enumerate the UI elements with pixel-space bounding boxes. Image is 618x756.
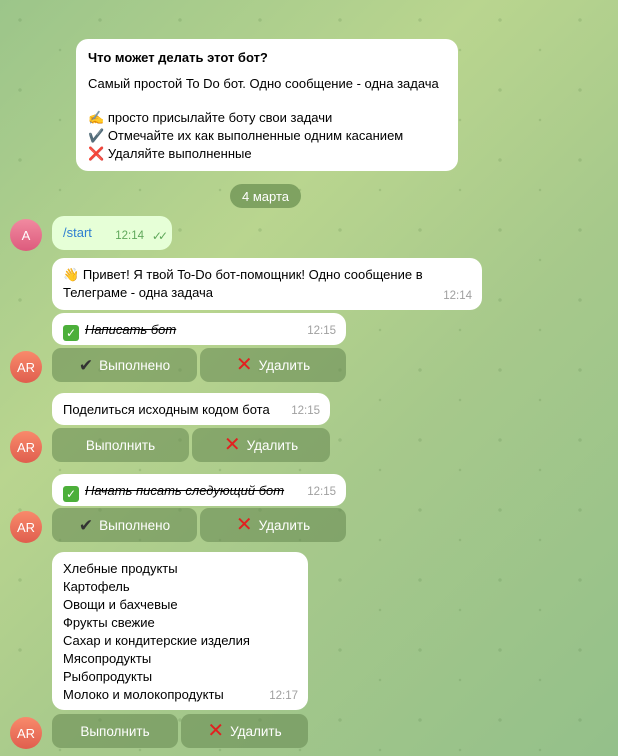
greeting-text: Привет! Я твой To-Do бот-помощник! Одно …: [63, 267, 423, 300]
task-text: Поделиться исходным кодом бота: [63, 402, 270, 417]
writing-hand-icon: ✍️: [88, 110, 105, 125]
check-icon: ✔: [78, 355, 94, 375]
done-label: Выполнено: [99, 517, 171, 533]
double-check-icon: ✓✓: [151, 229, 168, 243]
task-text: Начать писать следующий бот: [85, 483, 285, 498]
list-item: Фрукты свежие: [63, 615, 155, 630]
task-message[interactable]: ✓ Написать бот 12:15: [52, 313, 346, 345]
delete-icon: ✕: [235, 514, 253, 536]
check-mark-button-icon: ✓: [63, 325, 79, 341]
done-label: Выполнено: [99, 357, 171, 373]
avatar[interactable]: A: [10, 219, 42, 251]
intro-line-2: Отмечайте их как выполненные одним касан…: [107, 128, 404, 143]
intro-line-3: Удаляйте выполненные: [107, 146, 252, 161]
done-button[interactable]: ✔ Выполнено: [52, 348, 197, 382]
intro-description: Самый простой To Do бот. Одно сообщение …: [88, 76, 439, 91]
delete-button[interactable]: ✕ Удалить: [181, 714, 308, 748]
bot-intro-card: Что может делать этот бот? Самый простой…: [76, 39, 458, 171]
message-time: 12:15: [307, 325, 336, 337]
delete-icon: ✕: [223, 434, 241, 456]
avatar[interactable]: AR: [10, 431, 42, 463]
list-item: Мясопродукты: [63, 651, 152, 666]
delete-button[interactable]: ✕ Удалить: [200, 508, 346, 542]
message-greeting[interactable]: 👋 Привет! Я твой To-Do бот-помощник! Одн…: [52, 258, 482, 310]
avatar[interactable]: AR: [10, 351, 42, 383]
waving-hand-icon: 👋: [63, 267, 80, 282]
message-time: 12:15: [307, 486, 336, 498]
intro-line-1: просто присылайте боту свои задачи: [107, 110, 333, 125]
do-label: Выполнить: [85, 437, 156, 453]
avatar[interactable]: AR: [10, 717, 42, 749]
task-message[interactable]: Хлебные продукты Картофель Овощи и бахче…: [52, 552, 308, 710]
delete-label: Удалить: [246, 437, 299, 453]
message-time: 12:17: [269, 690, 298, 702]
task-message[interactable]: Поделиться исходным кодом бота 12:15: [52, 393, 330, 425]
check-icon: ✔: [78, 515, 94, 535]
message-time: 12:15: [291, 405, 320, 417]
list-item: Хлебные продукты: [63, 561, 178, 576]
list-item: Картофель: [63, 579, 130, 594]
delete-icon: ✕: [235, 354, 253, 376]
message-time: 12:14: [115, 230, 144, 242]
delete-icon: ✕: [207, 720, 225, 742]
do-button[interactable]: Выполнить: [52, 714, 178, 748]
date-separator: 4 марта: [230, 184, 301, 208]
check-mark-button-icon: ✓: [63, 486, 79, 502]
list-item: Сахар и кондитерские изделия: [63, 633, 250, 648]
delete-label: Удалить: [258, 357, 311, 373]
list-item: Овощи и бахчевые: [63, 597, 178, 612]
delete-label: Удалить: [230, 723, 282, 739]
delete-button[interactable]: ✕ Удалить: [192, 428, 330, 462]
do-label: Выполнить: [80, 723, 150, 739]
avatar[interactable]: AR: [10, 511, 42, 543]
task-text: Написать бот: [85, 322, 177, 337]
list-item: Рыбопродукты: [63, 669, 153, 684]
message-time: 12:14: [443, 290, 472, 302]
delete-button[interactable]: ✕ Удалить: [200, 348, 346, 382]
task-message[interactable]: ✓ Начать писать следующий бот 12:15: [52, 474, 346, 506]
cross-mark-icon: ❌: [88, 146, 105, 161]
start-command[interactable]: /start: [63, 225, 92, 240]
intro-title: Что может делать этот бот?: [88, 50, 268, 65]
done-button[interactable]: ✔ Выполнено: [52, 508, 197, 542]
do-button[interactable]: Выполнить: [52, 428, 189, 462]
message-start[interactable]: /start 12:14 ✓✓: [52, 216, 172, 250]
delete-label: Удалить: [258, 517, 311, 533]
list-item: Молоко и молокопродукты: [63, 687, 224, 702]
checkmark-icon: ✔️: [88, 128, 105, 143]
